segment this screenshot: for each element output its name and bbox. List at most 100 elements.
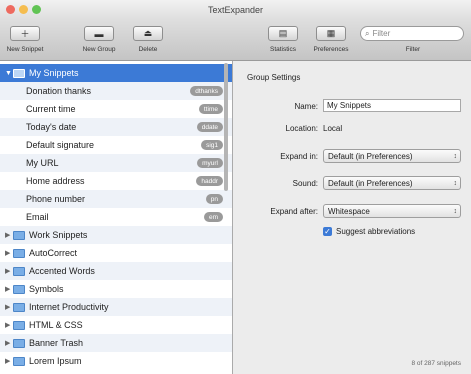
snippet-label: Home address: [26, 176, 85, 186]
snippet-row[interactable]: Donation thanks dthanks: [0, 82, 232, 100]
sound-value: Default (in Preferences): [328, 178, 413, 188]
new-group-label: New Group: [82, 46, 116, 53]
folder-icon: [13, 320, 25, 330]
preferences-icon: ▦: [326, 28, 336, 38]
snippet-group-list[interactable]: ▼ My Snippets Donation thanks dthanks Cu…: [0, 61, 233, 374]
sound-label: Sound:: [292, 179, 318, 188]
snippet-label: Donation thanks: [26, 86, 92, 96]
disclosure-closed-icon: ▶: [5, 304, 11, 311]
group-row[interactable]: ▶ HTML & CSS: [0, 316, 232, 334]
name-label: Name:: [294, 102, 318, 111]
abbreviation-badge: em: [203, 212, 223, 222]
expand-in-value: Default (in Preferences): [328, 151, 413, 161]
snippet-row[interactable]: Default signature sig1: [0, 136, 232, 154]
snippet-row[interactable]: My URL myurl: [0, 154, 232, 172]
snippet-label: Today's date: [26, 122, 77, 132]
expand-in-label: Expand in:: [280, 152, 318, 161]
group-row[interactable]: ▶ Symbols: [0, 280, 232, 298]
location-label: Location:: [285, 124, 318, 133]
expand-after-label: Expand after:: [270, 207, 318, 216]
toolbar: ＋ New Snippet ▬ New Group ⏏ Delete ▤ Sta…: [0, 20, 471, 61]
group-row[interactable]: ▶ Lorem Ipsum: [0, 352, 232, 370]
snippet-row[interactable]: Today's date ddate: [0, 118, 232, 136]
folder-icon: [13, 356, 25, 366]
disclosure-open-icon: ▼: [5, 69, 12, 77]
disclosure-closed-icon: ▶: [5, 322, 11, 329]
group-label: Symbols: [29, 284, 64, 294]
group-name-field[interactable]: My Snippets: [323, 99, 461, 112]
app-window: TextExpander ＋ New Snippet ▬ New Group ⏏…: [0, 0, 471, 374]
folder-icon: ▬: [94, 28, 104, 39]
abbreviation-badge: ttime: [198, 104, 223, 114]
plus-icon: ＋: [20, 29, 30, 39]
snippet-row[interactable]: Home address haddr: [0, 172, 232, 190]
popup-arrows-icon: ↕: [453, 207, 458, 215]
filter-placeholder: Filter: [372, 29, 391, 38]
statistics-button[interactable]: ▤: [268, 26, 298, 41]
group-row[interactable]: ▶ Accented Words: [0, 262, 232, 280]
abbreviation-badge: pn: [205, 194, 223, 204]
folder-icon: [13, 302, 25, 312]
disclosure-closed-icon: ▶: [5, 268, 11, 275]
new-snippet-button[interactable]: ＋: [10, 26, 40, 41]
suggest-abbreviations-label: Suggest abbreviations: [336, 227, 416, 236]
folder-icon: [13, 68, 25, 78]
disclosure-closed-icon: ▶: [5, 250, 11, 257]
disclosure-closed-icon: ▶: [5, 286, 11, 293]
disclosure-closed-icon: ▶: [5, 358, 11, 365]
snippet-label: Email: [26, 212, 49, 222]
snippet-row[interactable]: Current time ttime: [0, 100, 232, 118]
delete-label: Delete: [138, 46, 158, 53]
abbreviation-badge: dthanks: [190, 86, 223, 96]
abbreviation-badge: sig1: [201, 140, 223, 150]
abbreviation-badge: haddr: [196, 176, 223, 186]
group-row[interactable]: ▶ AutoCorrect: [0, 244, 232, 262]
snippet-label: Default signature: [26, 140, 95, 150]
statistics-icon: ▤: [278, 28, 288, 38]
title-bar: TextExpander: [0, 0, 471, 20]
folder-icon: [13, 284, 25, 294]
delete-icon: ⏏: [143, 28, 153, 38]
sidebar-scrollbar[interactable]: [224, 63, 228, 191]
location-value: Local: [323, 124, 343, 133]
filter-field[interactable]: ⌕ Filter: [360, 26, 464, 41]
group-label: Internet Productivity: [29, 302, 109, 312]
expand-after-value: Whitespace: [328, 206, 370, 216]
snippet-count: 8 of 287 snippets: [411, 360, 461, 367]
section-title: Group Settings: [247, 73, 301, 82]
preferences-label: Preferences: [313, 46, 349, 53]
suggest-abbreviations-checkbox[interactable]: ✓: [323, 227, 332, 236]
snippet-label: My URL: [26, 158, 59, 168]
group-label: AutoCorrect: [29, 248, 78, 258]
popup-arrows-icon: ↕: [453, 179, 458, 187]
delete-button[interactable]: ⏏: [133, 26, 163, 41]
group-row[interactable]: ▶ Internet Productivity: [0, 298, 232, 316]
group-settings-panel: Group Settings Name: My Snippets Locatio…: [233, 61, 471, 374]
snippet-row[interactable]: Email em: [0, 208, 232, 226]
folder-icon: [13, 248, 25, 258]
folder-icon: [13, 230, 25, 240]
abbreviation-badge: ddate: [196, 122, 223, 132]
group-label: Banner Trash: [29, 338, 84, 348]
folder-icon: [13, 266, 25, 276]
window-title: TextExpander: [207, 5, 264, 15]
new-group-button[interactable]: ▬: [84, 26, 114, 41]
abbreviation-badge: myurl: [197, 158, 223, 168]
group-label: Work Snippets: [29, 230, 88, 240]
preferences-button[interactable]: ▦: [316, 26, 346, 41]
snippet-label: Phone number: [26, 194, 86, 204]
expand-in-popup[interactable]: Default (in Preferences) ↕: [323, 149, 461, 163]
expand-after-popup[interactable]: Whitespace ↕: [323, 204, 461, 218]
group-row[interactable]: ▼ My Snippets: [0, 64, 232, 82]
snippet-label: Current time: [26, 104, 76, 114]
folder-icon: [13, 338, 25, 348]
group-label: Lorem Ipsum: [29, 356, 82, 366]
sound-popup[interactable]: Default (in Preferences) ↕: [323, 176, 461, 190]
group-label: HTML & CSS: [29, 320, 83, 330]
group-row[interactable]: ▶ Work Snippets: [0, 226, 232, 244]
statistics-label: Statistics: [269, 46, 296, 53]
snippet-row[interactable]: Phone number pn: [0, 190, 232, 208]
disclosure-closed-icon: ▶: [5, 232, 11, 239]
group-row[interactable]: ▶ Banner Trash: [0, 334, 232, 352]
disclosure-closed-icon: ▶: [5, 340, 11, 347]
